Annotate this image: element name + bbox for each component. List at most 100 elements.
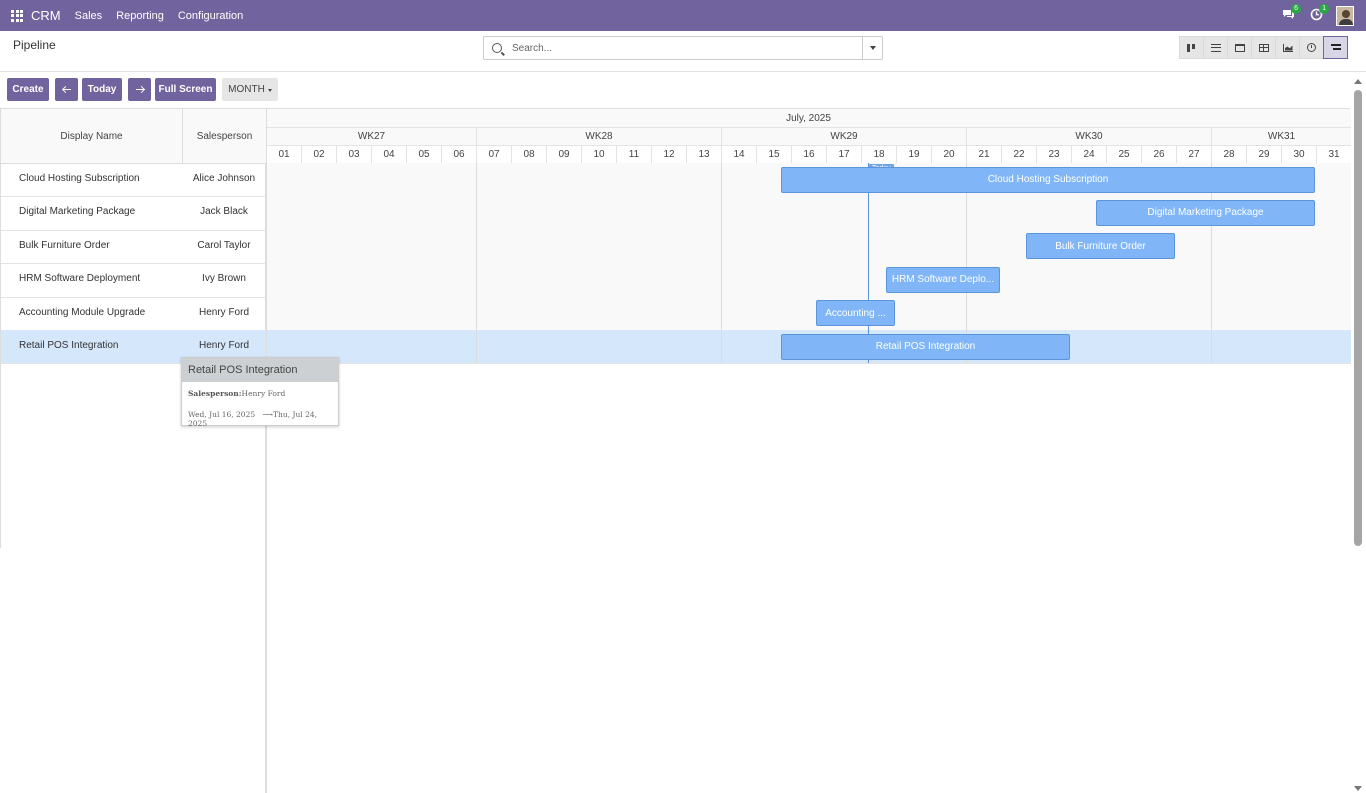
day-header: 28 [1211,145,1246,163]
user-avatar[interactable] [1336,5,1354,26]
scroll-up-icon[interactable] [1354,79,1362,84]
day-header: 21 [966,145,1001,163]
view-calendar-button[interactable] [1227,36,1252,59]
scroll-down-icon[interactable] [1354,786,1362,791]
popover-date-start: Wed, Jul 16, 2025 [188,410,256,419]
arrow-right-icon [135,86,144,94]
week-header: WK28 [476,127,721,145]
activities-badge: 1 [1319,3,1329,14]
gantt-pill[interactable]: Cloud Hosting Subscription [781,166,1315,193]
day-header: 17 [826,145,861,163]
day-header: 26 [1141,145,1176,163]
control-panel-divider [0,71,1366,72]
activities-clock-icon[interactable]: 1 [1308,3,1329,24]
view-gantt-button[interactable] [1323,36,1348,59]
day-header: 29 [1246,145,1281,163]
column-header-display-name[interactable]: Display Name [1,109,182,163]
create-button[interactable]: Create [7,78,49,101]
gantt-pill[interactable]: Digital Marketing Package [1096,199,1315,226]
full-screen-button[interactable]: Full Screen [155,78,216,101]
gantt-pill[interactable]: Accounting ... [816,300,895,327]
day-header: 23 [1036,145,1071,163]
gantt-chart: Display Name Salesperson July, 2025 WK27 WK2… [0,108,1351,793]
menu-reporting[interactable]: Reporting [116,10,164,22]
day-header: 16 [791,145,826,163]
view-list-button[interactable] [1203,36,1228,59]
row-salesperson: Alice Johnson [192,173,256,184]
scale-label: MONTH [228,84,265,95]
week-header: WK29 [721,127,966,145]
search-box[interactable] [483,36,883,60]
row-display-name[interactable]: Cloud Hosting Subscription [19,173,140,184]
day-header: 07 [476,145,511,163]
day-header: 06 [441,145,476,163]
day-header: 04 [371,145,406,163]
record-popover: Retail POS Integration Salesperson:Henry… [181,357,339,428]
day-header: 24 [1071,145,1106,163]
day-header: 08 [511,145,546,163]
row-background [266,229,1351,264]
gantt-pill[interactable]: Retail POS Integration [781,333,1070,360]
messages-badge: 6 [1291,3,1301,14]
caret-down-icon [267,88,272,92]
search-options-toggle[interactable] [862,37,882,59]
week-header: WK27 [266,127,476,145]
column-header-salesperson[interactable]: Salesperson [182,109,266,163]
day-header: 30 [1281,145,1316,163]
day-header: 11 [616,145,651,163]
caret-down-icon [869,46,876,50]
top-navbar: CRM Sales Reporting Configuration 6 1 [0,0,1366,31]
day-header: 22 [1001,145,1036,163]
row-salesperson: Henry Ford [198,340,249,351]
day-header: 27 [1176,145,1211,163]
month-header: July, 2025 [266,109,1351,127]
next-button[interactable] [128,78,151,101]
day-header: 25 [1106,145,1141,163]
pivot-table-icon [1258,43,1269,52]
breadcrumb[interactable]: Pipeline [13,38,56,52]
row-display-name[interactable]: Digital Marketing Package [19,206,135,217]
day-header: 19 [896,145,931,163]
view-pivot-button[interactable] [1251,36,1276,59]
search-input[interactable] [510,41,862,55]
row-display-name[interactable]: Bulk Furniture Order [19,240,110,251]
day-header: 20 [931,145,966,163]
row-display-name[interactable]: Retail POS Integration [19,340,119,351]
popover-salesperson-label: Salesperson: [188,389,242,398]
week-separator [1211,163,1212,364]
day-header: 12 [651,145,686,163]
search-icon [492,43,502,53]
day-header: 31 [1316,145,1351,163]
messages-icon[interactable]: 6 [1280,3,1301,24]
view-kanban-button[interactable] [1179,36,1204,59]
week-header: WK31 [1211,127,1351,145]
scrollbar-thumb[interactable] [1354,90,1362,546]
previous-button[interactable] [55,78,78,101]
week-header: WK30 [966,127,1211,145]
area-chart-icon [1282,43,1293,52]
page-scrollbar[interactable] [1351,77,1366,793]
day-header: 10 [581,145,616,163]
day-header: 01 [266,145,301,163]
view-activity-button[interactable] [1299,36,1324,59]
row-display-name[interactable]: HRM Software Deployment [19,273,140,284]
day-header: 02 [301,145,336,163]
menu-configuration[interactable]: Configuration [178,10,243,22]
menu-sales[interactable]: Sales [75,10,103,22]
view-graph-button[interactable] [1275,36,1300,59]
row-background [266,263,1351,297]
left-panel-divider [266,109,267,793]
day-header: 03 [336,145,371,163]
popover-date-arrow: ⟶ [262,410,274,419]
apps-menu-icon[interactable] [11,9,23,22]
row-salesperson: Ivy Brown [202,273,246,285]
row-display-name[interactable]: Accounting Module Upgrade [19,307,145,318]
week-separator [721,163,722,364]
app-brand[interactable]: CRM [31,8,61,23]
gantt-pill[interactable]: Bulk Furniture Order [1026,233,1175,260]
scale-dropdown[interactable]: MONTH [222,78,278,101]
day-header: 13 [686,145,721,163]
gantt-pill[interactable]: HRM Software Deplo... [886,266,1000,293]
day-header: 15 [756,145,791,163]
today-button[interactable]: Today [82,78,122,101]
